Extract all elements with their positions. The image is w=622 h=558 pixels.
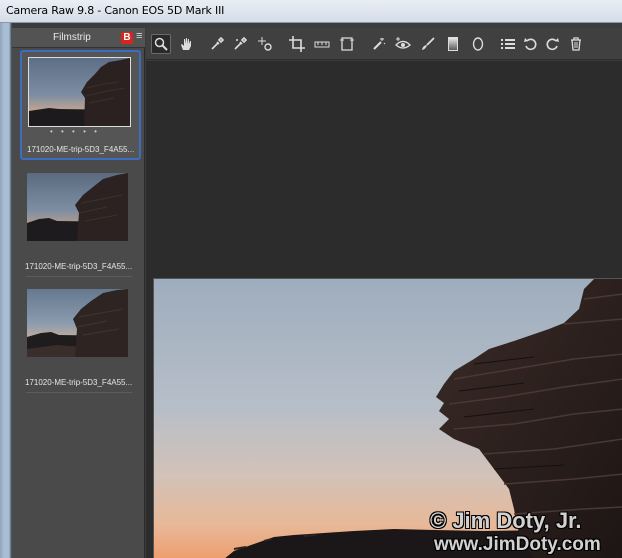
trash-icon[interactable] (566, 34, 586, 54)
zoom-tool-icon[interactable] (151, 34, 171, 54)
thumbnail-image (27, 173, 128, 241)
filmstrip-thumbnail-2[interactable]: 171020-ME-trip-5D3_F4A55... (20, 170, 141, 276)
crop-tool-icon[interactable] (287, 34, 307, 54)
hand-tool-icon[interactable] (176, 34, 196, 54)
transform-tool-icon[interactable] (337, 34, 357, 54)
annotation-badge: B (121, 32, 133, 44)
thumbnail-filename: 171020-ME-trip-5D3_F4A55... (27, 145, 135, 154)
rotate-left-icon[interactable] (521, 34, 541, 54)
filmstrip-title: Filmstrip (53, 32, 91, 43)
window-titlebar: Camera Raw 9.8 - Canon EOS 5D Mark III (0, 0, 622, 23)
thumbnail-filename: 171020-ME-trip-5D3_F4A55... (25, 378, 133, 387)
thumbnail-image (28, 57, 131, 127)
spot-removal-tool-icon[interactable] (369, 34, 389, 54)
window-title: Camera Raw 9.8 - Canon EOS 5D Mark III (6, 4, 225, 17)
color-sampler-tool-icon[interactable] (230, 34, 250, 54)
radial-filter-icon[interactable] (468, 34, 488, 54)
preferences-icon[interactable] (498, 34, 518, 54)
divider (26, 276, 132, 277)
rotate-right-icon[interactable] (542, 34, 562, 54)
graduated-filter-icon[interactable] (443, 34, 463, 54)
hamburger-menu-icon[interactable]: ≡ (136, 30, 142, 42)
website-watermark: www.JimDoty.com (434, 534, 601, 555)
white-balance-tool-icon[interactable] (207, 34, 227, 54)
filmstrip-panel: Filmstrip B ≡ • • • • • 171020-ME-trip-5… (12, 28, 145, 558)
adjustment-brush-icon[interactable] (418, 34, 438, 54)
red-eye-removal-icon[interactable] (393, 34, 413, 54)
filmstrip-thumbnail-3[interactable]: 171020-ME-trip-5D3_F4A55... (20, 286, 141, 392)
rating-dots[interactable]: • • • • • (50, 127, 100, 136)
thumbnail-filename: 171020-ME-trip-5D3_F4A55... (25, 262, 133, 271)
filmstrip-header: Filmstrip B ≡ (12, 28, 145, 48)
copyright-watermark: © Jim Doty, Jr. (430, 508, 582, 533)
targeted-adjustment-tool-icon[interactable] (255, 34, 275, 54)
straighten-tool-icon[interactable] (312, 34, 332, 54)
thumbnail-image (27, 289, 128, 357)
divider (26, 392, 132, 393)
filmstrip-thumbnail-1[interactable]: • • • • • 171020-ME-trip-5D3_F4A55... (20, 50, 141, 160)
tool-bar (146, 28, 622, 60)
